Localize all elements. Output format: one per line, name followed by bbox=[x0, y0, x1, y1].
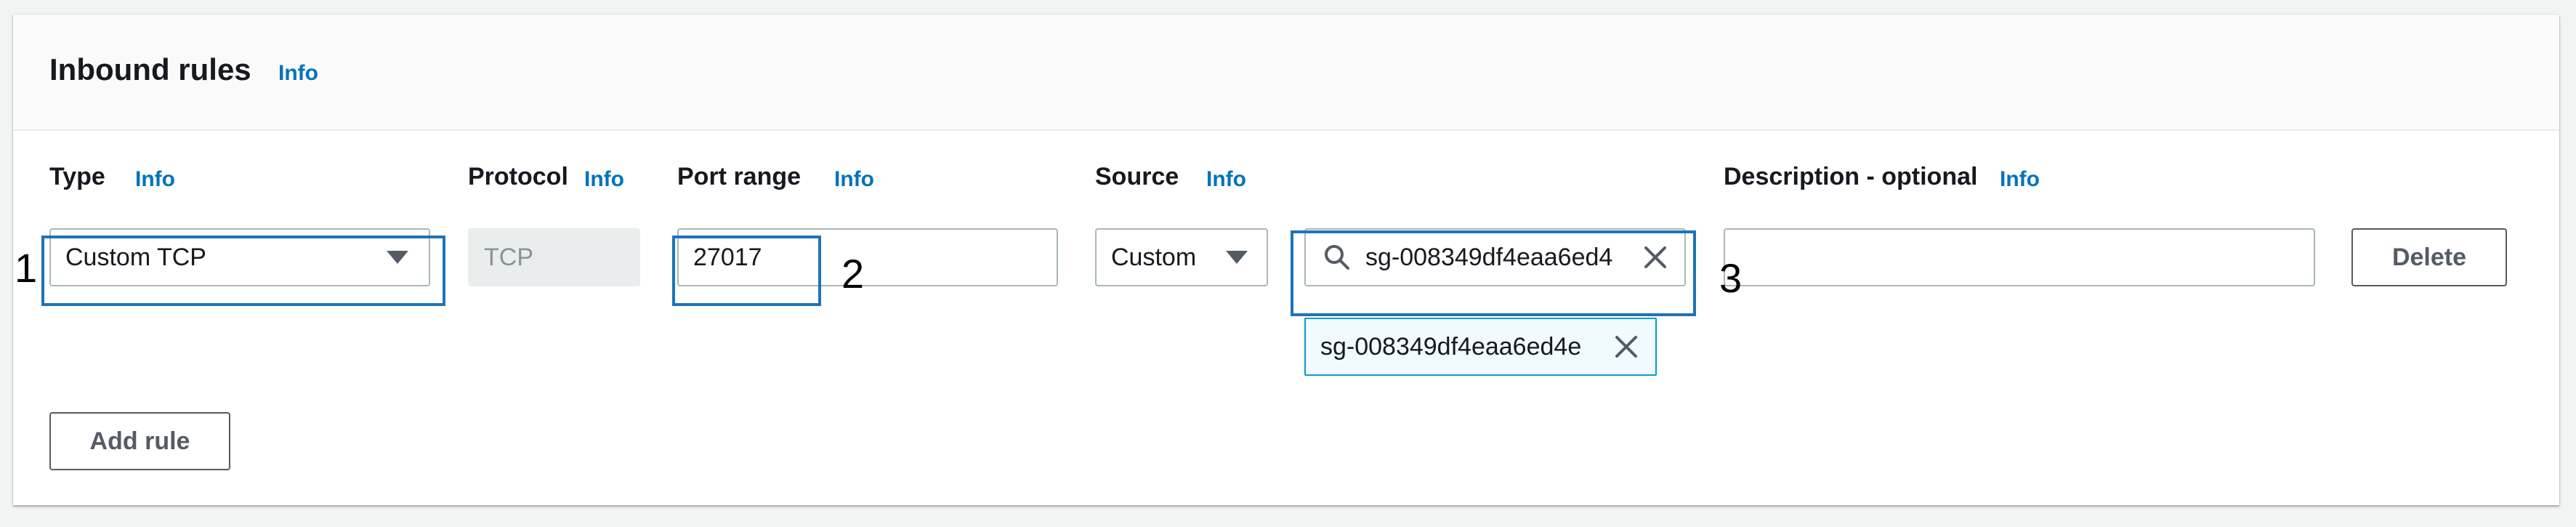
type-info-link[interactable]: Info bbox=[135, 167, 175, 192]
source-type-value: Custom bbox=[1111, 243, 1197, 271]
caret-down-icon bbox=[1226, 251, 1248, 264]
port-range-column-label: Port range bbox=[677, 163, 802, 190]
source-search-value: sg-008349df4eaa6ed4 bbox=[1365, 243, 1613, 271]
source-token: sg-008349df4eaa6ed4e bbox=[1304, 318, 1657, 376]
close-icon[interactable] bbox=[1643, 245, 1668, 270]
description-input[interactable] bbox=[1724, 228, 2315, 286]
title-info-link[interactable]: Info bbox=[278, 61, 318, 86]
protocol-value: TCP bbox=[484, 243, 533, 271]
marker-3: 3 bbox=[1719, 255, 1743, 301]
source-token-label: sg-008349df4eaa6ed4e bbox=[1320, 332, 1582, 361]
search-icon bbox=[1323, 244, 1351, 271]
protocol-column-label: Protocol bbox=[468, 163, 568, 190]
close-icon[interactable] bbox=[1614, 334, 1639, 359]
source-column-label: Source bbox=[1095, 163, 1179, 190]
page-title: Inbound rules bbox=[49, 52, 251, 87]
marker-2: 2 bbox=[841, 251, 865, 297]
port-range-info-link[interactable]: Info bbox=[834, 167, 874, 192]
description-column-label: Description - optional bbox=[1724, 163, 1978, 190]
source-search-input[interactable]: sg-008349df4eaa6ed4 bbox=[1304, 228, 1686, 286]
source-type-select[interactable]: Custom bbox=[1095, 228, 1268, 286]
description-info-link[interactable]: Info bbox=[2000, 167, 2040, 192]
type-select[interactable]: Custom TCP bbox=[49, 228, 430, 286]
port-range-value: 27017 bbox=[693, 243, 762, 271]
port-range-input[interactable]: 27017 bbox=[677, 228, 1058, 286]
type-column-label: Type bbox=[49, 163, 105, 190]
protocol-info-link[interactable]: Info bbox=[584, 167, 624, 192]
panel-header bbox=[13, 15, 2559, 131]
type-select-value: Custom TCP bbox=[65, 243, 206, 271]
delete-rule-button[interactable]: Delete bbox=[2351, 228, 2507, 286]
add-rule-button[interactable]: Add rule bbox=[49, 412, 230, 470]
source-info-link[interactable]: Info bbox=[1206, 167, 1246, 192]
caret-down-icon bbox=[387, 251, 408, 264]
protocol-field: TCP bbox=[468, 228, 640, 286]
marker-1: 1 bbox=[15, 245, 38, 291]
